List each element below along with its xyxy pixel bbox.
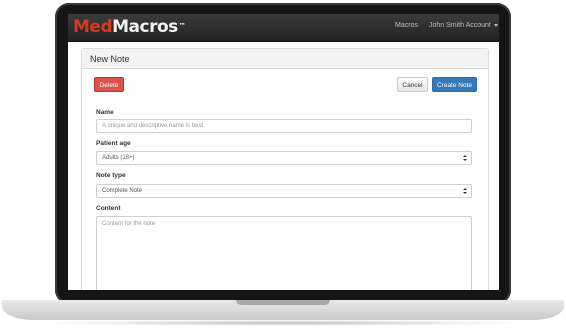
name-placeholder: A unique and descriptive name is best. [102,123,205,129]
name-label: Name [96,109,114,116]
brand-logo[interactable]: MedMacros™ [73,17,186,37]
delete-button[interactable]: Delete [94,77,124,92]
brand-med: Med [73,17,113,37]
brand-macros: Macros [112,17,178,37]
cancel-button[interactable]: Cancel [397,77,428,92]
select-arrows-icon [463,155,467,162]
panel-heading: New Note [82,49,488,69]
patient-age-label: Patient age [96,140,131,147]
brand-trademark: ™ [178,22,186,30]
name-input[interactable]: A unique and descriptive name is best. [96,119,472,133]
nav-macros-link[interactable]: Macros [395,22,418,29]
content-label: Content [96,205,121,212]
note-type-label: Note type [96,172,126,179]
select-arrows-icon [463,188,467,195]
content-textarea[interactable]: Content for the note [96,216,472,290]
laptop-notch [236,300,330,305]
app-screen: MedMacros™ Macros John Smith Account New… [68,14,499,290]
laptop-shadow [40,320,526,326]
account-label: John Smith Account [429,22,491,29]
patient-age-select[interactable]: Adults (18+) [96,151,472,165]
top-navbar: MedMacros™ Macros John Smith Account [68,14,499,42]
content-placeholder: Content for the note [102,221,156,227]
caret-down-icon [493,23,498,27]
patient-age-value: Adults (18+) [102,155,135,161]
page-title: New Note [90,54,130,64]
create-note-button[interactable]: Create Note [432,77,477,92]
account-dropdown[interactable]: John Smith Account [429,22,498,29]
new-note-panel: New Note Delete Cancel Create Note Name … [81,48,489,290]
note-type-select[interactable]: Complete Note [96,184,472,198]
note-type-value: Complete Note [102,188,143,194]
